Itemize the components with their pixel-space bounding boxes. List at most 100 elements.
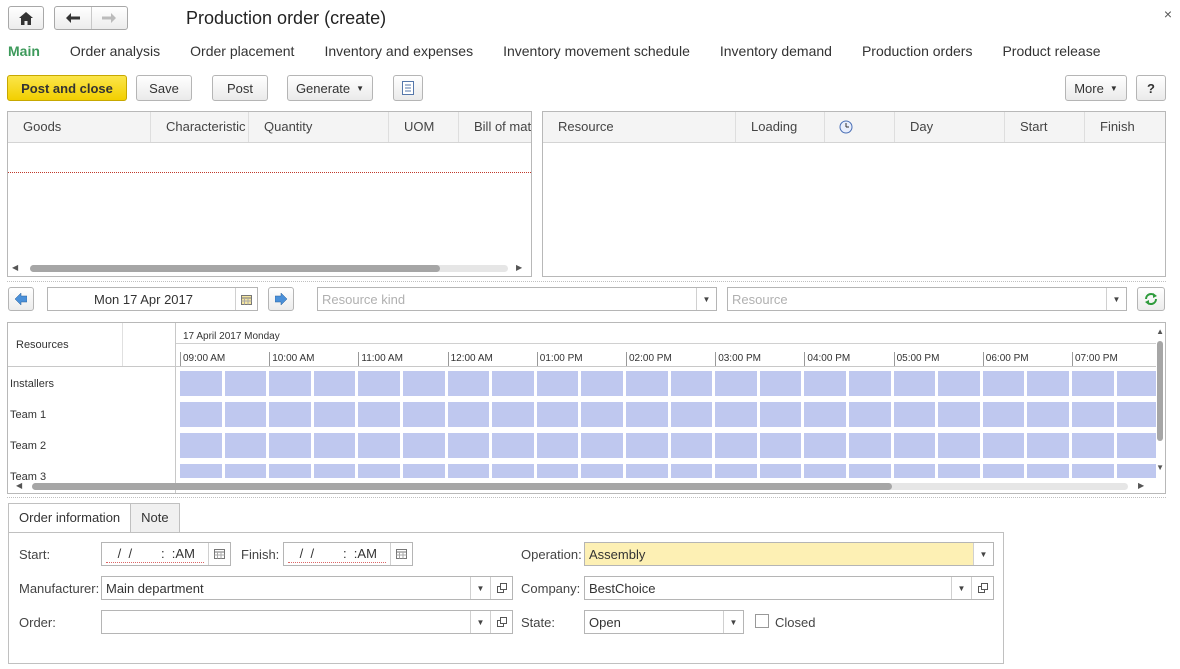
- gantt-slot[interactable]: [1116, 402, 1156, 427]
- start-field[interactable]: / / : :AM: [101, 542, 231, 566]
- gantt-slot[interactable]: [849, 433, 891, 458]
- open-button[interactable]: [971, 577, 993, 599]
- calendar-button[interactable]: [208, 543, 230, 565]
- col-start[interactable]: Start: [1005, 112, 1085, 142]
- gantt-slot[interactable]: [626, 402, 668, 427]
- scroll-up-icon[interactable]: ▲: [1156, 327, 1164, 336]
- refresh-button[interactable]: [1137, 287, 1165, 311]
- goods-hscrollbar[interactable]: [30, 265, 508, 272]
- gantt-slot[interactable]: [180, 402, 222, 427]
- gantt-row-team-1[interactable]: Team 1: [10, 409, 46, 421]
- date-field[interactable]: Mon 17 Apr 2017: [47, 287, 258, 311]
- col-day[interactable]: Day: [895, 112, 1005, 142]
- gantt-slot[interactable]: [492, 464, 534, 478]
- resource-field[interactable]: Resource ▼: [727, 287, 1127, 311]
- home-button[interactable]: [8, 6, 44, 30]
- gantt-slot[interactable]: [893, 464, 936, 478]
- gantt-vscrollbar[interactable]: [1157, 341, 1163, 441]
- gantt-slot[interactable]: [1072, 464, 1114, 478]
- col-quantity[interactable]: Quantity: [249, 112, 389, 142]
- col-characteristic[interactable]: Characteristic: [151, 112, 249, 142]
- scroll-right-icon[interactable]: ▶: [1138, 481, 1144, 490]
- report-button[interactable]: [393, 75, 423, 101]
- calendar-button[interactable]: [235, 288, 257, 310]
- gantt-slot[interactable]: [447, 371, 490, 396]
- resource-kind-field[interactable]: Resource kind ▼: [317, 287, 717, 311]
- tab-product-release[interactable]: Product release: [1002, 43, 1100, 59]
- gantt-slot[interactable]: [893, 371, 936, 396]
- post-button[interactable]: Post: [212, 75, 268, 101]
- gantt-slot[interactable]: [536, 464, 579, 478]
- gantt-slot[interactable]: [626, 433, 668, 458]
- gantt-slot[interactable]: [849, 371, 891, 396]
- gantt-slot[interactable]: [759, 433, 802, 458]
- chevron-down-icon[interactable]: ▼: [470, 611, 490, 633]
- state-field[interactable]: Open ▼: [584, 610, 744, 634]
- gantt-slot[interactable]: [670, 402, 713, 427]
- scroll-right-icon[interactable]: ▶: [516, 263, 522, 272]
- gantt-slot[interactable]: [358, 464, 400, 478]
- back-button[interactable]: [55, 7, 91, 29]
- col-uom[interactable]: UOM: [389, 112, 459, 142]
- gantt-slot[interactable]: [715, 371, 757, 396]
- gantt-slot[interactable]: [269, 433, 311, 458]
- chevron-down-icon[interactable]: ▼: [696, 288, 716, 310]
- operation-field[interactable]: Assembly ▼: [584, 542, 994, 566]
- gantt-slot[interactable]: [759, 402, 802, 427]
- gantt-slot[interactable]: [938, 464, 980, 478]
- tab-order-information[interactable]: Order information: [8, 503, 132, 533]
- gantt-slot[interactable]: [358, 371, 400, 396]
- calendar-button[interactable]: [390, 543, 412, 565]
- forward-button[interactable]: [90, 7, 128, 29]
- gantt-slot[interactable]: [715, 433, 757, 458]
- scroll-left-icon[interactable]: ◀: [12, 263, 18, 272]
- gantt-slot[interactable]: [581, 433, 623, 458]
- gantt-slot[interactable]: [269, 402, 311, 427]
- gantt-slot[interactable]: [358, 433, 400, 458]
- tab-production-orders[interactable]: Production orders: [862, 43, 973, 59]
- gantt-slot[interactable]: [313, 433, 356, 458]
- gantt-slot[interactable]: [670, 464, 713, 478]
- gantt-slot[interactable]: [224, 464, 267, 478]
- col-goods[interactable]: Goods: [8, 112, 151, 142]
- help-button[interactable]: ?: [1136, 75, 1166, 101]
- gantt-slot[interactable]: [313, 371, 356, 396]
- gantt-slot[interactable]: [447, 402, 490, 427]
- gantt-slot[interactable]: [313, 464, 356, 478]
- gantt-slot[interactable]: [938, 433, 980, 458]
- finish-field[interactable]: / / : :AM: [283, 542, 413, 566]
- gantt-slot[interactable]: [447, 464, 490, 478]
- gantt-slot[interactable]: [536, 433, 579, 458]
- col-bill-of-materials[interactable]: Bill of mat: [459, 112, 531, 142]
- gantt-slot[interactable]: [224, 402, 267, 427]
- gantt-slot[interactable]: [804, 371, 846, 396]
- gantt-slot[interactable]: [269, 464, 311, 478]
- gantt-slot[interactable]: [1072, 433, 1114, 458]
- gantt-slot[interactable]: [982, 402, 1025, 427]
- gantt-slot[interactable]: [759, 464, 802, 478]
- chevron-down-icon[interactable]: ▼: [1106, 288, 1126, 310]
- gantt-slot[interactable]: [982, 464, 1025, 478]
- gantt-slot[interactable]: [224, 371, 267, 396]
- chevron-down-icon[interactable]: ▼: [723, 611, 743, 633]
- open-button[interactable]: [490, 577, 512, 599]
- tab-inventory-and-expenses[interactable]: Inventory and expenses: [324, 43, 473, 59]
- save-button[interactable]: Save: [136, 75, 192, 101]
- post-and-close-button[interactable]: Post and close: [7, 75, 127, 101]
- gantt-slot[interactable]: [1027, 371, 1069, 396]
- gantt-row-team-2[interactable]: Team 2: [10, 440, 46, 452]
- company-field[interactable]: BestChoice ▼: [584, 576, 994, 600]
- tab-order-placement[interactable]: Order placement: [190, 43, 294, 59]
- col-loading[interactable]: Loading: [736, 112, 825, 142]
- gantt-slot[interactable]: [403, 371, 445, 396]
- more-button[interactable]: More ▼: [1065, 75, 1127, 101]
- gantt-slot[interactable]: [715, 402, 757, 427]
- gantt-slot[interactable]: [982, 371, 1025, 396]
- gantt-slot[interactable]: [1116, 371, 1156, 396]
- gantt-slot[interactable]: [581, 464, 623, 478]
- chevron-down-icon[interactable]: ▼: [951, 577, 971, 599]
- open-button[interactable]: [490, 611, 512, 633]
- chevron-down-icon[interactable]: ▼: [470, 577, 490, 599]
- gantt-slot[interactable]: [403, 464, 445, 478]
- gantt-slot[interactable]: [849, 464, 891, 478]
